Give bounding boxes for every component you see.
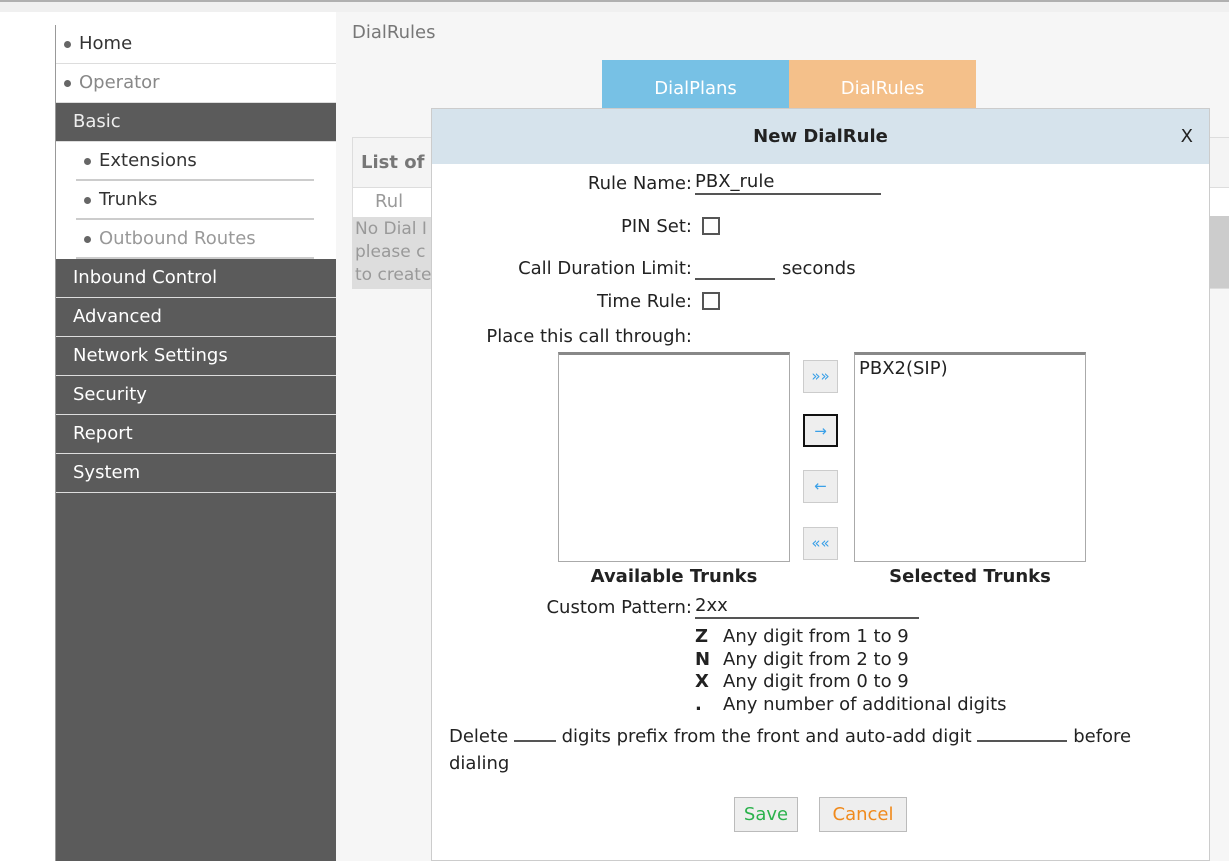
basic-submenu: Extensions Trunks Outbound Routes bbox=[56, 142, 336, 259]
delete-label: Delete bbox=[449, 726, 509, 747]
legend-key: X bbox=[695, 671, 709, 692]
delete-prefix-row: Delete digits prefix from the front and … bbox=[449, 723, 1189, 777]
legend-text: Any number of additional digits bbox=[723, 693, 1007, 715]
legend-row: N Any digit from 2 to 9 bbox=[695, 649, 1007, 672]
sidebar: Home Operator Basic Extensions Trunks Ou… bbox=[55, 25, 336, 861]
sidebar-item-outbound-routes[interactable]: Outbound Routes bbox=[76, 220, 314, 259]
custom-pattern-input[interactable]: 2xx bbox=[695, 595, 919, 619]
time-rule-label: Time Rule: bbox=[596, 291, 692, 312]
legend-row: Z Any digit from 1 to 9 bbox=[695, 626, 1007, 649]
bullet-icon bbox=[64, 79, 71, 87]
close-button[interactable]: X bbox=[1181, 109, 1193, 164]
legend-key: . bbox=[695, 693, 702, 715]
bullet-icon bbox=[64, 40, 71, 48]
time-rule-checkbox[interactable] bbox=[702, 292, 720, 310]
add-button[interactable]: → bbox=[803, 414, 838, 447]
new-dialrule-dialog: New DialRule X Rule Name: PBX_rule PIN S… bbox=[431, 108, 1210, 861]
before-label: before bbox=[1073, 726, 1132, 747]
call-duration-label: Call Duration Limit: bbox=[518, 258, 692, 279]
label: Outbound Routes bbox=[99, 228, 256, 249]
sidebar-item-system[interactable]: System bbox=[56, 454, 336, 493]
delete-mid-label: digits prefix from the front and auto-ad… bbox=[561, 726, 972, 747]
dialog-header: New DialRule X bbox=[432, 109, 1209, 164]
sidebar-item-inbound-control[interactable]: Inbound Control bbox=[56, 259, 336, 298]
pin-set-checkbox[interactable] bbox=[702, 217, 720, 235]
top-bar bbox=[0, 0, 1229, 12]
sidebar-item-advanced[interactable]: Advanced bbox=[56, 298, 336, 337]
sidebar-item-extensions[interactable]: Extensions bbox=[76, 142, 314, 181]
label: Home bbox=[79, 33, 133, 54]
label: Operator bbox=[79, 72, 160, 93]
dialog-title: New DialRule bbox=[753, 126, 888, 147]
sidebar-item-basic[interactable]: Basic bbox=[56, 103, 336, 142]
save-button[interactable]: Save bbox=[734, 797, 798, 832]
bullet-icon bbox=[84, 196, 91, 204]
available-trunks-list[interactable] bbox=[558, 352, 790, 562]
add-all-button[interactable]: »» bbox=[803, 360, 838, 393]
legend-row: X Any digit from 0 to 9 bbox=[695, 671, 1007, 694]
legend-key: Z bbox=[695, 626, 709, 647]
rule-name-label: Rule Name: bbox=[587, 173, 692, 194]
dialing-label: dialing bbox=[449, 753, 510, 774]
legend-key: N bbox=[695, 648, 711, 670]
seconds-unit: seconds bbox=[782, 258, 856, 279]
trunk-option[interactable]: PBX2(SIP) bbox=[859, 358, 1081, 379]
auto-add-digit-input[interactable] bbox=[977, 724, 1068, 742]
sidebar-item-security[interactable]: Security bbox=[56, 376, 336, 415]
available-trunks-caption: Available Trunks bbox=[590, 566, 758, 587]
sidebar-item-network-settings[interactable]: Network Settings bbox=[56, 337, 336, 376]
scrollbar[interactable] bbox=[1210, 216, 1229, 288]
bullet-icon bbox=[84, 157, 91, 165]
label: Trunks bbox=[99, 189, 158, 210]
place-call-through-label: Place this call through: bbox=[486, 326, 692, 347]
cancel-button[interactable]: Cancel bbox=[819, 797, 907, 832]
remove-all-button[interactable]: «« bbox=[803, 527, 838, 560]
sidebar-item-home[interactable]: Home bbox=[56, 25, 336, 64]
legend-text: Any digit from 2 to 9 bbox=[723, 648, 909, 670]
tab-dialplans[interactable]: DialPlans bbox=[602, 60, 789, 110]
legend-text: Any digit from 1 to 9 bbox=[723, 626, 909, 647]
sidebar-item-trunks[interactable]: Trunks bbox=[76, 181, 314, 220]
selected-trunks-list[interactable]: PBX2(SIP) bbox=[854, 352, 1086, 562]
tab-dialrules[interactable]: DialRules bbox=[789, 60, 976, 110]
pattern-legend: Z Any digit from 1 to 9 N Any digit from 2… bbox=[695, 626, 1007, 716]
selected-trunks-caption: Selected Trunks bbox=[889, 566, 1051, 587]
bullet-icon bbox=[84, 235, 91, 243]
breadcrumb: DialRules bbox=[352, 22, 436, 43]
delete-digits-input[interactable] bbox=[513, 724, 556, 742]
pin-set-label: PIN Set: bbox=[621, 216, 692, 237]
call-duration-input[interactable] bbox=[695, 256, 775, 280]
custom-pattern-label: Custom Pattern: bbox=[546, 597, 692, 618]
legend-text: Any digit from 0 to 9 bbox=[723, 671, 909, 692]
sidebar-item-operator[interactable]: Operator bbox=[56, 64, 336, 103]
remove-button[interactable]: ← bbox=[803, 470, 838, 503]
rule-name-input[interactable]: PBX_rule bbox=[695, 171, 881, 195]
legend-row: . Any number of additional digits bbox=[695, 694, 1007, 717]
sidebar-item-report[interactable]: Report bbox=[56, 415, 336, 454]
label: Extensions bbox=[99, 150, 197, 171]
